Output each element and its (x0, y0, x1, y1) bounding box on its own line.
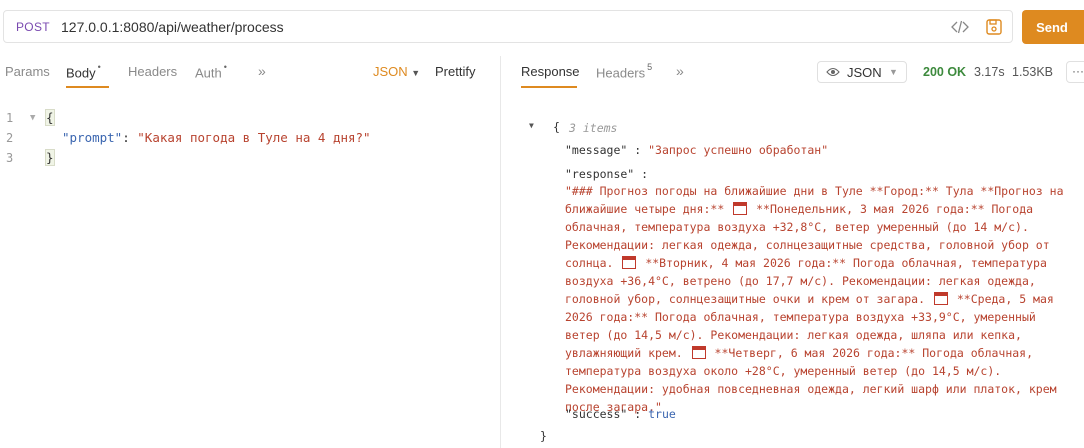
more-tabs-chevron-icon[interactable]: » (258, 63, 266, 79)
response-key-row: "response" : (565, 167, 649, 181)
prettify-button[interactable]: Prettify (435, 64, 475, 79)
line-number: 3 (6, 151, 14, 165)
chevron-down-icon: ▼ (411, 68, 421, 78)
close-brace: } (45, 149, 55, 166)
calendar-icon (691, 346, 706, 359)
tab-headers[interactable]: Headers (128, 64, 177, 79)
response-size: 1.53KB (1012, 65, 1054, 79)
tab-response[interactable]: Response (521, 64, 580, 79)
calendar-icon (933, 292, 948, 305)
open-brace: { (45, 109, 55, 126)
response-open-brace: { (553, 120, 560, 134)
tab-auth-label: Auth (195, 65, 222, 81)
tab-response-headers-label: Headers (596, 65, 646, 81)
body-type-label: JSON (373, 64, 408, 79)
json-key: "prompt" (62, 130, 123, 145)
body-tab-underline (66, 86, 109, 88)
items-count: 3 items (569, 121, 618, 135)
success-value: true (648, 407, 676, 421)
more-icon: ··· (1072, 64, 1084, 78)
body-modified-dot: • (97, 62, 101, 72)
url-input[interactable]: 127.0.0.1:8080/api/weather/process (61, 19, 284, 35)
url-bar[interactable]: POST 127.0.0.1:8080/api/weather/process (3, 10, 1013, 43)
chevron-down-icon: ▼ (889, 67, 898, 77)
headers-count: 5 (647, 62, 653, 72)
request-body-editor[interactable]: { "prompt": "Какая погода в Туле на 4 дн… (45, 108, 371, 168)
tab-response-headers[interactable]: Headers 5 (596, 62, 653, 81)
message-value: "Запрос успешно обработан" (648, 143, 829, 157)
response-tab-underline (521, 86, 577, 88)
more-response-tabs-chevron-icon[interactable]: » (676, 63, 684, 79)
tab-auth[interactable]: Auth • (195, 62, 227, 81)
send-button[interactable]: Send (1022, 10, 1084, 44)
response-close-brace: } (540, 429, 547, 443)
message-key: "message" (565, 143, 628, 157)
success-row: "success" : true (565, 407, 676, 421)
tab-params[interactable]: Params (5, 64, 50, 79)
tab-body[interactable]: Body • (66, 62, 101, 81)
response-key: "response" (565, 167, 635, 181)
calendar-icon (733, 202, 748, 215)
success-key: "success" (565, 407, 628, 421)
line-number: 1 (6, 111, 14, 125)
body-type-select[interactable]: JSON ▼ (373, 64, 420, 79)
response-value: "### Прогноз погоды на ближайшие дни в Т… (565, 182, 1065, 416)
response-time: 3.17s (974, 65, 1005, 79)
json-value: "Какая погода в Туле на 4 дня?" (137, 130, 371, 145)
status-code: 200 OK (923, 65, 967, 79)
pane-divider[interactable] (500, 56, 501, 448)
message-row: "message" : "Запрос успешно обработан" (565, 143, 829, 157)
line-numbers: 1 2 3 (0, 108, 20, 168)
collapse-chevron-icon[interactable]: ▼ (529, 121, 534, 130)
code-snippet-icon[interactable] (950, 17, 970, 37)
http-method[interactable]: POST (16, 20, 50, 34)
line-number: 2 (6, 131, 14, 145)
more-options-button[interactable]: ··· (1066, 61, 1084, 83)
tab-body-label: Body (66, 65, 96, 81)
calendar-icon (622, 256, 637, 269)
auth-modified-dot: • (223, 62, 227, 72)
response-view-label: JSON (847, 65, 882, 80)
response-view-select[interactable]: JSON ▼ (817, 61, 907, 83)
save-icon[interactable] (984, 17, 1004, 37)
json-colon: : (122, 130, 138, 145)
fold-chevron-icon[interactable]: ▼ (30, 108, 35, 128)
eye-icon (826, 66, 840, 81)
